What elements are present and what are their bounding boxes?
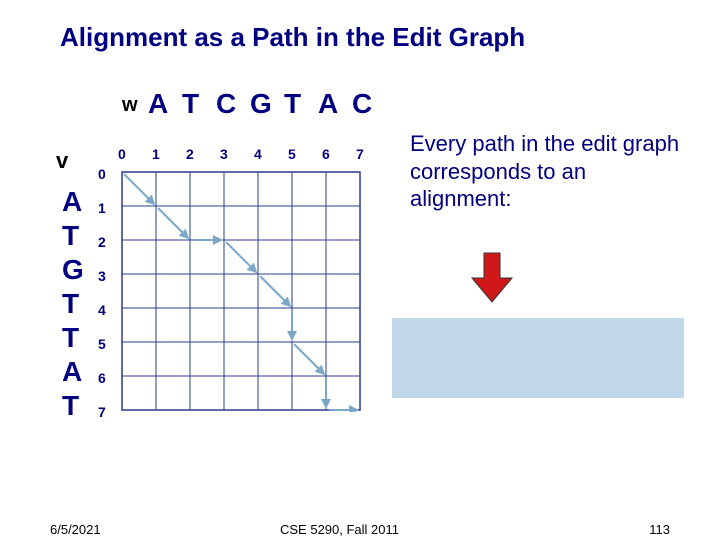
v-letter: T: [62, 322, 79, 354]
v-letter: G: [62, 254, 84, 286]
w-letter: T: [284, 88, 301, 120]
col-num: 4: [254, 146, 262, 162]
col-num: 2: [186, 146, 194, 162]
row-num: 0: [98, 166, 106, 182]
w-letter: T: [182, 88, 199, 120]
w-letter: A: [148, 88, 168, 120]
v-letter: T: [62, 220, 79, 252]
down-arrow-icon: [470, 250, 514, 311]
w-letter: G: [250, 88, 272, 120]
v-letter: A: [62, 186, 82, 218]
col-num: 1: [152, 146, 160, 162]
row-num: 1: [98, 200, 106, 216]
col-num: 6: [322, 146, 330, 162]
row-num: 6: [98, 370, 106, 386]
row-num: 3: [98, 268, 106, 284]
row-num: 5: [98, 336, 106, 352]
v-letter: T: [62, 288, 79, 320]
footer-date: 6/5/2021: [50, 522, 101, 537]
w-letter: C: [216, 88, 236, 120]
row-num: 2: [98, 234, 106, 250]
w-axis-label: w: [122, 94, 138, 117]
edit-graph-grid: [120, 170, 362, 412]
row-num: 7: [98, 404, 106, 420]
body-text: Every path in the edit graph corresponds…: [410, 130, 680, 213]
w-letter: A: [318, 88, 338, 120]
v-letter: A: [62, 356, 82, 388]
v-letter: T: [62, 390, 79, 422]
alignment-placeholder-box: [392, 318, 684, 398]
v-axis-label: v: [56, 148, 68, 174]
w-letter: C: [352, 88, 372, 120]
footer-course: CSE 5290, Fall 2011: [280, 522, 399, 537]
col-num: 0: [118, 146, 126, 162]
footer-page-number: 113: [649, 522, 670, 537]
edit-graph: w v A T C G T A C 0 1 2 3 4 5 6 7 A T G …: [50, 90, 380, 490]
slide-title: Alignment as a Path in the Edit Graph: [60, 22, 680, 53]
col-num: 3: [220, 146, 228, 162]
col-num: 7: [356, 146, 364, 162]
row-num: 4: [98, 302, 106, 318]
col-num: 5: [288, 146, 296, 162]
